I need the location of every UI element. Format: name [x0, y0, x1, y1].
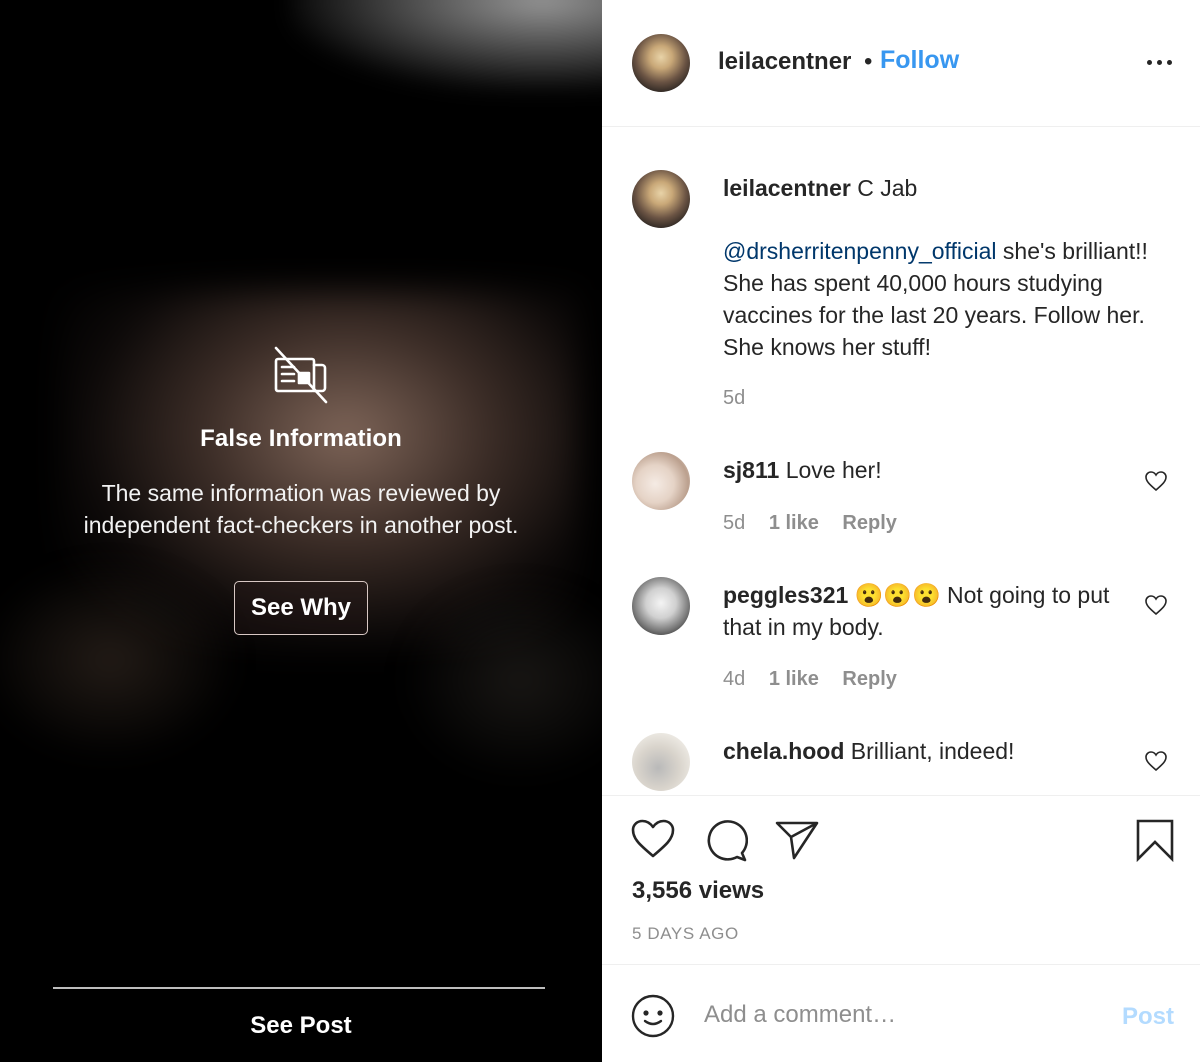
warning-description: The same information was reviewed by ind… — [83, 480, 519, 538]
false-information-warning: False Information The same information w… — [0, 345, 602, 635]
heart-icon[interactable] — [1144, 750, 1168, 772]
emoji-icon[interactable] — [630, 993, 676, 1039]
mention-link[interactable]: @drsherritenpenny_official — [723, 238, 997, 264]
reply-button[interactable]: Reply — [842, 512, 896, 534]
caption-time: 5d — [723, 387, 746, 409]
heart-icon[interactable] — [1144, 594, 1168, 616]
commenter-username[interactable]: chela.hood — [723, 738, 844, 764]
comment-likes[interactable]: 1 like — [769, 512, 819, 534]
divider — [53, 987, 545, 989]
commenter-username[interactable]: sj811 — [723, 457, 779, 483]
warning-title: False Information — [200, 425, 402, 452]
comment-text: Love her! — [785, 457, 882, 483]
action-bar — [602, 810, 1200, 870]
comment-time: 4d — [723, 668, 746, 690]
comment-time: 5d — [723, 512, 746, 534]
comments-list[interactable]: leilacentner C Jab @drsherritenpenny_off… — [602, 128, 1200, 795]
separator-dot: • — [864, 48, 873, 75]
commenter-avatar[interactable] — [632, 452, 690, 510]
add-comment-bar: Post — [602, 964, 1200, 1062]
follow-button[interactable]: Follow — [880, 46, 959, 75]
author-avatar[interactable] — [632, 34, 690, 92]
bookmark-icon[interactable] — [1134, 818, 1176, 862]
false-info-newspaper-slash-icon — [274, 346, 328, 404]
post-timestamp: 5 DAYS AGO — [632, 924, 739, 943]
comment-likes[interactable]: 1 like — [769, 668, 819, 690]
caption-avatar[interactable] — [632, 170, 690, 228]
commenter-username[interactable]: peggles321 — [723, 582, 848, 608]
comment-input[interactable] — [704, 995, 1084, 1035]
divider — [602, 795, 1200, 796]
author-username[interactable]: leilacentner — [718, 48, 851, 76]
post-media: False Information The same information w… — [0, 0, 602, 1062]
caption-username[interactable]: leilacentner — [723, 175, 851, 201]
heart-icon[interactable] — [1144, 470, 1168, 492]
comment-text: Brilliant, indeed! — [850, 738, 1015, 764]
post-comment-button[interactable]: Post — [1122, 1003, 1174, 1031]
see-why-button[interactable]: See Why — [233, 581, 369, 635]
heart-icon[interactable] — [630, 818, 676, 860]
post-sidebar: leilacentner • Follow leilacentner C Jab… — [602, 0, 1200, 1062]
views-count[interactable]: 3,556 views — [632, 877, 764, 905]
share-icon[interactable] — [774, 820, 820, 860]
caption-title: C Jab — [857, 175, 918, 201]
more-options-icon[interactable] — [1145, 52, 1175, 72]
see-post-button[interactable]: See Post — [0, 1012, 602, 1040]
comment-icon[interactable] — [702, 817, 748, 863]
reply-button[interactable]: Reply — [842, 668, 896, 690]
commenter-avatar[interactable] — [632, 577, 690, 635]
commenter-avatar[interactable] — [632, 733, 690, 791]
post-header: leilacentner • Follow — [602, 0, 1200, 127]
